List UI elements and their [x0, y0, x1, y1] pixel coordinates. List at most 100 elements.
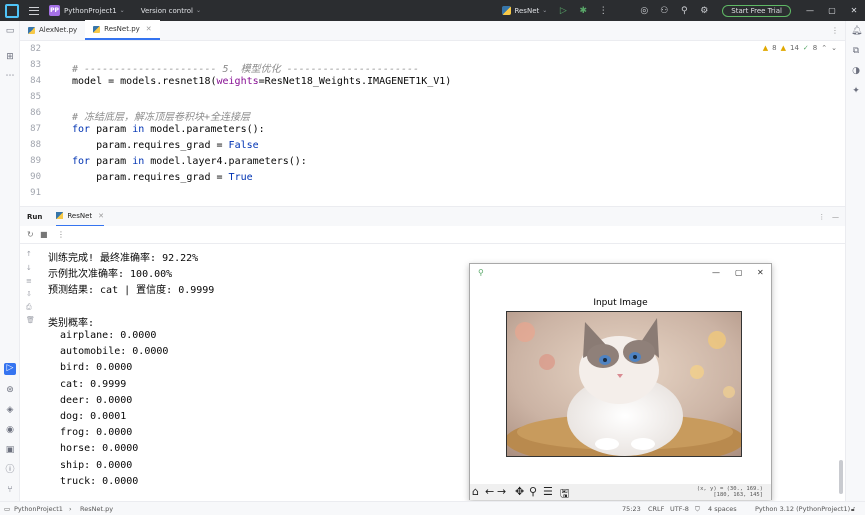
rerun-icon[interactable]: ↻: [27, 230, 34, 239]
tab-resnet[interactable]: ResNet.py ✕: [85, 20, 160, 40]
services-icon[interactable]: ◉: [5, 425, 15, 435]
scroll-up-icon[interactable]: ↑: [26, 250, 32, 258]
breadcrumb-file[interactable]: ResNet.py: [80, 505, 113, 513]
ai-assistant-icon[interactable]: ◎: [639, 6, 649, 16]
title-bar: PP PythonProject1 ⌄ Version control ⌄ Re…: [0, 0, 865, 21]
run-tab-resnet[interactable]: ResNet ✕: [56, 207, 105, 227]
run-icon[interactable]: ▷: [558, 6, 568, 16]
console-scrollbar[interactable]: [839, 460, 843, 494]
zoom-icon[interactable]: ⚲: [529, 485, 537, 498]
maximize-window-button[interactable]: ▢: [821, 6, 843, 15]
main-menu-button[interactable]: [19, 0, 39, 21]
status-bar: ▭ PythonProject1 › ResNet.py 75:23 CRLF …: [0, 501, 865, 515]
line-number: 87: [30, 124, 41, 134]
account-icon[interactable]: ⚇: [659, 6, 669, 16]
minimize-window-button[interactable]: —: [799, 6, 821, 15]
more-icon[interactable]: ⋮: [598, 6, 608, 16]
lock-icon[interactable]: 🔓︎: [851, 505, 855, 514]
indent-setting[interactable]: 4 spaces: [708, 505, 737, 513]
stop-icon[interactable]: ■: [40, 230, 48, 239]
folder-icon[interactable]: ▭: [5, 26, 15, 36]
notifications-icon[interactable]: 🔔︎: [851, 26, 862, 36]
console-line: ship: 0.0000: [48, 460, 133, 471]
console-line: bird: 0.0000: [48, 362, 133, 373]
figure-maximize-button[interactable]: ▢: [735, 268, 743, 277]
terminal-icon[interactable]: ▣: [5, 445, 15, 455]
ide-logo-icon: [5, 3, 19, 18]
tab-options-icon[interactable]: ⋮: [831, 26, 839, 35]
code-editor[interactable]: 82 83 84 85 86 87 88 89 90 91 # --------…: [20, 41, 845, 206]
close-tab-icon[interactable]: ✕: [146, 25, 152, 33]
line-number-gutter: 82 83 84 85 86 87 88 89 90 91: [20, 41, 50, 206]
problems-icon[interactable]: ⓘ: [5, 465, 15, 475]
database-icon[interactable]: ⧉: [851, 46, 861, 56]
close-window-button[interactable]: ✕: [843, 6, 865, 15]
python-icon: [56, 212, 64, 219]
forward-arrow-icon[interactable]: →: [497, 485, 506, 498]
hamburger-icon: [29, 6, 39, 15]
shield-icon[interactable]: ⛉: [695, 505, 700, 514]
start-free-trial-button[interactable]: Start Free Trial: [722, 4, 791, 17]
gear-icon[interactable]: ⚙: [699, 6, 709, 16]
debug-icon[interactable]: ✱: [578, 6, 588, 16]
breadcrumb-project[interactable]: PythonProject1: [14, 505, 63, 513]
scroll-down-icon[interactable]: ↓: [26, 264, 32, 272]
panel-options-icon[interactable]: ⋮ —: [818, 213, 839, 221]
run-config-name: ResNet: [514, 6, 540, 15]
console-line: 预测结果: cat | 置信度: 0.9999: [48, 285, 215, 296]
figure-close-button[interactable]: ✕: [757, 268, 764, 277]
inspection-widget[interactable]: ▲ 8 ▲ 14 ✓ 8 ⌃ ⌄: [763, 44, 837, 52]
close-tab-icon[interactable]: ✕: [98, 212, 104, 220]
cursor-position[interactable]: 75:23: [622, 505, 641, 513]
console-line: horse: 0.0000: [48, 443, 139, 454]
figure-title-bar: ⚲ — ▢ ✕: [470, 264, 771, 284]
chevron-down-icon[interactable]: ⌄: [831, 44, 837, 52]
chevron-down-icon: ⌄: [119, 7, 125, 14]
figure-toolbar: ⌂ ← → ✥ ⚲ ☰ 🖫︎ (x, y) = (30., 169.) [180…: [470, 484, 771, 500]
project-name: PythonProject1: [64, 6, 117, 15]
layers-icon[interactable]: ◈: [5, 405, 15, 415]
back-arrow-icon[interactable]: ←: [485, 485, 494, 498]
figure-minimize-button[interactable]: —: [712, 268, 720, 277]
structure-icon[interactable]: ⊞: [5, 52, 15, 62]
print-icon[interactable]: ⎙: [26, 303, 32, 312]
run-tool-icon[interactable]: ▷: [4, 363, 16, 375]
file-encoding[interactable]: UTF-8: [670, 505, 689, 513]
soft-wrap-icon[interactable]: ≡: [26, 277, 32, 285]
chevron-up-icon[interactable]: ⌃: [821, 44, 827, 52]
vcs-selector[interactable]: Version control ⌄: [137, 0, 201, 21]
more-icon[interactable]: ⋮: [57, 230, 65, 239]
pan-icon[interactable]: ✥: [515, 485, 524, 498]
line-number: 91: [30, 188, 41, 198]
python-interpreter[interactable]: Python 3.12 (PythonProject1): [755, 505, 850, 513]
sciview-icon[interactable]: ◑: [851, 66, 861, 76]
python-packages-icon[interactable]: ⊛: [5, 385, 15, 395]
code-line: # ---------------------- 5. 模型优化 -------…: [72, 64, 420, 75]
line-separator[interactable]: CRLF: [648, 505, 664, 513]
home-icon[interactable]: ⌂: [472, 485, 479, 498]
run-tab-label: ResNet: [67, 211, 93, 220]
configure-subplots-icon[interactable]: ☰: [543, 485, 553, 498]
tab-alexnet[interactable]: AlexNet.py: [20, 20, 85, 40]
line-number: 82: [30, 44, 41, 54]
git-icon[interactable]: ⑂: [5, 485, 15, 495]
line-number: 85: [30, 92, 41, 102]
project-selector[interactable]: PP PythonProject1 ⌄: [39, 0, 125, 21]
ai-chat-icon[interactable]: ✦: [851, 86, 861, 96]
console-line: frog: 0.0000: [48, 427, 133, 438]
trash-icon[interactable]: 🗑︎: [26, 316, 35, 324]
console-line: automobile: 0.0000: [48, 346, 169, 357]
code-line: param.requires_grad = False: [72, 140, 259, 151]
app-logo: [0, 0, 19, 21]
code-line: model = models.resnet18(weights=ResNet18…: [72, 76, 452, 87]
warning-icon: ▲: [762, 44, 769, 52]
console-line: 训练完成! 最终准确率: 92.22%: [48, 253, 199, 264]
vcs-label: Version control: [140, 6, 193, 15]
more-tools-icon[interactable]: ⋯: [5, 71, 15, 81]
cat-image: [506, 311, 742, 457]
scroll-to-end-icon[interactable]: ⇩: [26, 290, 32, 298]
figure-window: ⚲ — ▢ ✕ Input Image ⌂ ← → ✥ ⚲ ☰ 🖫︎ (x, y…: [469, 263, 772, 500]
chevron-down-icon: ⌄: [542, 7, 548, 14]
search-icon[interactable]: ⚲: [679, 6, 689, 16]
run-configuration-selector[interactable]: ResNet ⌄: [502, 6, 547, 15]
